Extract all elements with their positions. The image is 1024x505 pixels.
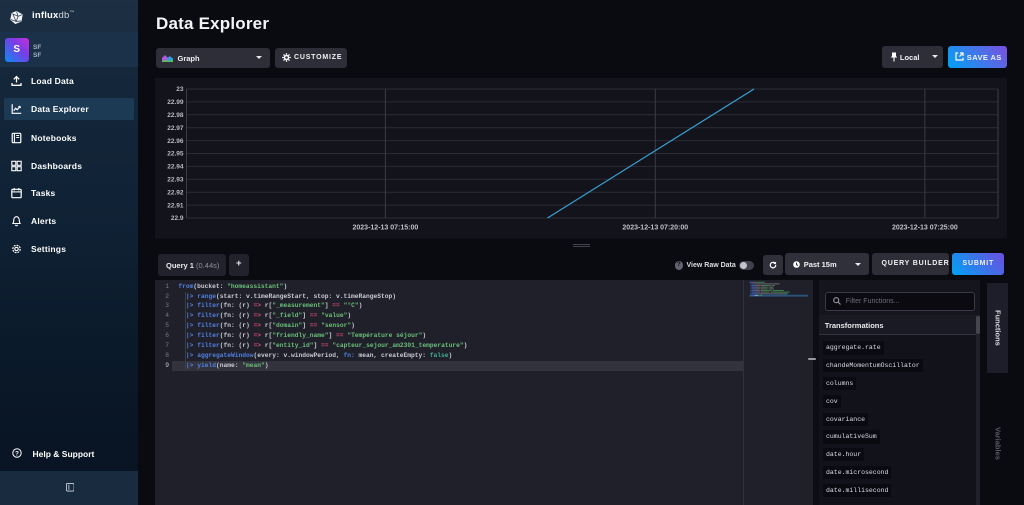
svg-text:22.92: 22.92 (167, 189, 184, 196)
svg-text:22.9: 22.9 (171, 215, 184, 222)
svg-text:?: ? (15, 450, 19, 457)
svg-text:2023-12-13 07:25:00: 2023-12-13 07:25:00 (892, 225, 958, 232)
svg-text:2023-12-13 07:20:00: 2023-12-13 07:20:00 (622, 225, 688, 232)
svg-text:22.98: 22.98 (167, 112, 184, 119)
svg-text:22.97: 22.97 (167, 125, 184, 132)
svg-text:22.93: 22.93 (167, 177, 184, 184)
svg-text:22.91: 22.91 (167, 202, 184, 209)
svg-text:2023-12-13 07:15:00: 2023-12-13 07:15:00 (353, 225, 419, 232)
svg-text:22.95: 22.95 (167, 151, 184, 158)
svg-text:22.94: 22.94 (167, 164, 184, 171)
svg-text:23: 23 (176, 86, 184, 93)
svg-text:22.99: 22.99 (167, 99, 184, 106)
svg-text:22.96: 22.96 (167, 138, 184, 145)
